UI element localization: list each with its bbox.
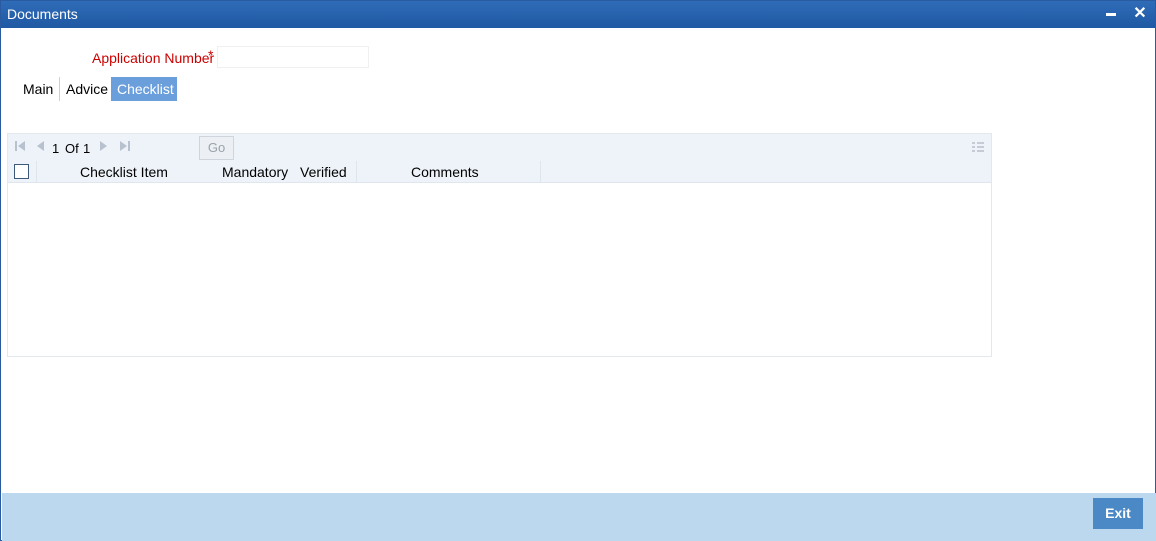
tab-checklist[interactable]: Checklist [111,77,177,101]
application-number-label: Application Number [92,50,215,66]
column-header-comments[interactable]: Comments [411,164,479,180]
window-title: Documents [7,6,78,22]
column-menu-icon[interactable] [971,140,985,157]
column-divider [356,161,357,182]
grid-header-row: Checklist Item Mandatory Verified Commen… [8,161,991,183]
title-bar[interactable]: Documents ▬ ✕ [1,1,1155,28]
total-pages: 1 [83,141,91,156]
grid-pager-toolbar: 1 Of 1 Go [8,134,991,162]
checklist-grid: 1 Of 1 Go Checklist Item Mandatory Verif… [7,133,992,357]
column-header-checklist-item[interactable]: Checklist Item [80,164,168,180]
required-indicator: * [208,47,214,63]
exit-button[interactable]: Exit [1093,498,1143,529]
first-page-icon[interactable] [14,139,26,156]
previous-page-icon[interactable] [34,139,46,156]
column-header-verified[interactable]: Verified [300,164,347,180]
column-divider [540,161,541,182]
current-page: 1 [52,141,60,156]
select-all-checkbox[interactable] [14,164,29,179]
last-page-icon[interactable] [119,139,131,156]
column-divider [36,161,37,182]
column-header-mandatory[interactable]: Mandatory [222,164,288,180]
tab-main[interactable]: Main [17,77,59,101]
go-to-page-input[interactable] [142,139,196,162]
go-button[interactable]: Go [199,136,234,160]
tab-advice[interactable]: Advice [59,77,114,101]
page-of-label: Of [65,141,79,156]
minimize-icon[interactable]: ▬ [1102,5,1120,23]
documents-window: Documents ▬ ✕ Application Number * Main … [0,0,1156,541]
application-number-input[interactable] [217,46,369,68]
footer-bar: Exit [2,493,1156,541]
close-icon[interactable]: ✕ [1131,5,1149,23]
next-page-icon[interactable] [98,139,110,156]
